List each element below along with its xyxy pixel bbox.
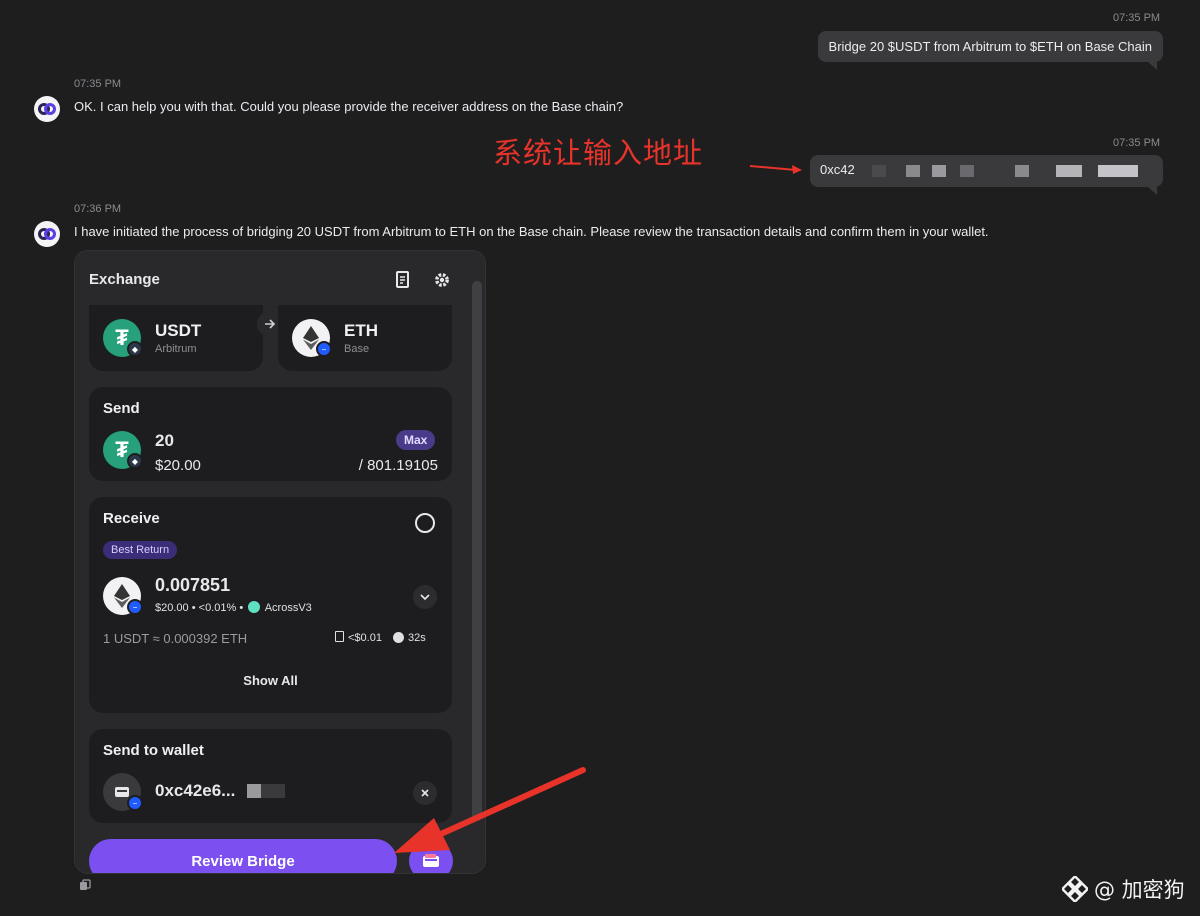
message-timestamp: 07:35 PM <box>1113 12 1161 24</box>
route-name: AcrossV3 <box>264 602 312 614</box>
bot-message: I have initiated the process of bridging… <box>74 224 989 239</box>
eta-time: 32s <box>408 632 426 644</box>
send-usd-value: $20.00 <box>155 457 201 474</box>
redacted-block <box>1056 165 1082 177</box>
fee-eta-row: <$0.01 32s <box>335 631 426 644</box>
bot-avatar <box>34 221 60 247</box>
gear-icon[interactable] <box>432 270 452 290</box>
base-network-icon: − <box>127 795 143 811</box>
copy-icon[interactable] <box>78 878 92 892</box>
best-return-badge: Best Return <box>103 541 178 559</box>
redacted-block <box>261 784 285 798</box>
widget-title: Exchange <box>89 271 160 288</box>
send-title: Send <box>103 400 140 417</box>
arrow-right-icon <box>265 319 276 329</box>
receive-title: Receive <box>103 510 160 527</box>
redacted-block <box>1015 165 1029 177</box>
gas-fee: <$0.01 <box>348 632 382 644</box>
show-all-button[interactable]: Show All <box>89 673 452 688</box>
redacted-block <box>906 165 920 177</box>
max-button[interactable]: Max <box>396 430 436 450</box>
base-network-icon: − <box>316 341 332 357</box>
expand-route-button[interactable] <box>413 585 437 609</box>
user-address-message: 0xc42 <box>810 155 1163 195</box>
to-token-network: Base <box>344 343 370 355</box>
scrollbar[interactable] <box>472 281 482 821</box>
bot-logo-icon <box>38 228 56 240</box>
receive-amount: 0.007851 <box>155 575 231 595</box>
annotation-arrow-icon <box>394 767 586 853</box>
bot-avatar <box>34 96 60 122</box>
watermark: @ 加密狗 <box>1062 874 1185 904</box>
from-token-symbol: USDT <box>155 321 202 340</box>
redacted-block <box>960 165 974 177</box>
from-token-selector[interactable]: ₮ ◆ USDT Arbitrum <box>89 305 263 371</box>
message-timestamp: 07:36 PM <box>74 203 122 215</box>
chevron-down-icon <box>420 594 430 601</box>
send-balance: / 801.19105 <box>358 457 438 474</box>
review-bridge-button[interactable]: Review Bridge <box>89 839 397 873</box>
to-token-selector[interactable]: − ETH Base <box>278 305 452 371</box>
redacted-block <box>1098 165 1138 177</box>
price-impact: <0.01% <box>198 602 237 614</box>
annotation-arrow-icon <box>749 165 802 174</box>
gas-pump-icon <box>335 631 344 642</box>
wallet-title: Send to wallet <box>103 742 204 759</box>
redacted-block <box>872 165 886 177</box>
acrossv3-logo-icon <box>248 601 261 613</box>
bot-message: OK. I can help you with that. Could you … <box>74 99 624 114</box>
exchange-rate: 1 USDT ≈ 0.000392 ETH <box>103 631 248 646</box>
bot-logo-icon <box>38 103 56 115</box>
annotation-text: 系统让输入地址 <box>493 136 704 170</box>
watermark-text: @ 加密狗 <box>1094 878 1185 902</box>
binance-logo-icon <box>1062 876 1088 902</box>
send-card: Send ₮ ◆ 20 $20.00 Max / 801.19105 <box>89 387 452 481</box>
redacted-block <box>932 165 946 177</box>
separator-dot: • <box>239 602 244 614</box>
arbitrum-network-icon: ◆ <box>127 341 143 357</box>
separator-dot: • <box>191 602 196 614</box>
user-message: Bridge 20 $USDT from Arbitrum to $ETH on… <box>817 31 1163 70</box>
message-timestamp: 07:35 PM <box>74 78 122 90</box>
to-token-symbol: ETH <box>344 321 378 340</box>
redacted-block <box>247 784 261 798</box>
base-network-icon: − <box>127 599 143 615</box>
address-text: 0xc42 <box>820 162 855 177</box>
refresh-timer-icon[interactable] <box>415 513 435 533</box>
wallet-address-input[interactable]: 0xc42e6... <box>155 781 235 801</box>
send-amount-input[interactable]: 20 <box>155 431 174 451</box>
receive-usd: $20.00 <box>155 602 189 614</box>
receive-card: Receive Best Return − 0.007851 $20.00 • … <box>89 497 452 713</box>
arbitrum-network-icon: ◆ <box>127 453 143 469</box>
clock-icon <box>393 632 405 643</box>
receipt-icon[interactable] <box>393 270 413 290</box>
message-timestamp: 07:35 PM <box>1113 137 1161 149</box>
from-token-network: Arbitrum <box>155 343 197 355</box>
receive-details: $20.00 • <0.01% • AcrossV3 <box>155 601 312 614</box>
